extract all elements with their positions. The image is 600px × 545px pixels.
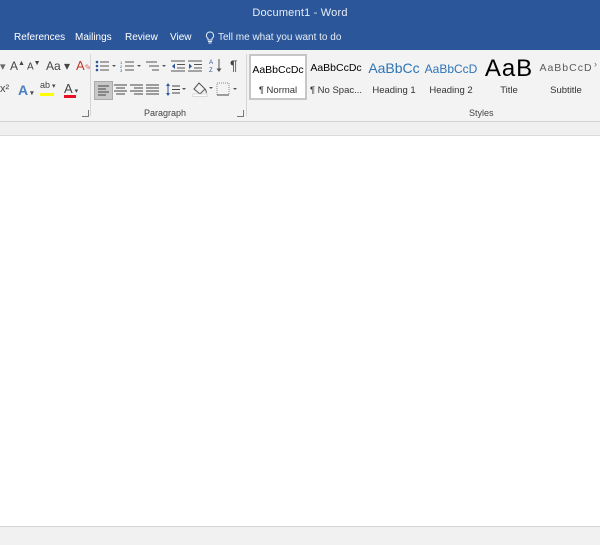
- sort-icon[interactable]: AZ: [209, 58, 223, 73]
- window-title: Document1 - Word: [252, 7, 348, 19]
- styles-gallery-scroll-icon[interactable]: ›: [594, 59, 597, 69]
- group-separator: [90, 54, 91, 116]
- style-label: Heading 1: [372, 85, 416, 96]
- bullets-icon[interactable]: [95, 60, 119, 72]
- style-heading-2[interactable]: AaBbCcD Heading 2: [423, 54, 479, 100]
- ruler-bar: [0, 122, 600, 136]
- tab-view[interactable]: View: [170, 32, 192, 43]
- borders-icon[interactable]: [216, 82, 240, 97]
- svg-text:3: 3: [120, 68, 123, 72]
- style-preview: AaBbCcDc: [310, 62, 362, 74]
- text-effects-button[interactable]: A ▾: [18, 82, 34, 98]
- ribbon-tabs: References Mailings Review View Tell me …: [0, 27, 600, 50]
- svg-text:A: A: [209, 60, 213, 66]
- show-formatting-marks-label: ¶: [230, 57, 238, 73]
- superscript-button[interactable]: x²: [0, 83, 9, 95]
- font-dialog-launcher[interactable]: [82, 110, 89, 117]
- align-left-button[interactable]: [94, 81, 113, 100]
- increase-indent-icon[interactable]: [188, 60, 202, 72]
- align-right-icon[interactable]: [129, 82, 144, 97]
- font-color-button[interactable]: A ▾: [64, 81, 78, 96]
- title-bar: Document1 - Word: [0, 0, 600, 27]
- line-spacing-icon[interactable]: [165, 82, 187, 97]
- decrease-indent-icon[interactable]: [171, 60, 185, 72]
- tab-review[interactable]: Review: [125, 32, 158, 43]
- align-center-icon[interactable]: [113, 82, 128, 97]
- highlight-label: ab: [40, 80, 51, 90]
- group-separator: [246, 54, 247, 116]
- superscript-label: x²: [0, 83, 10, 95]
- style-preview: AaBbCc: [368, 60, 420, 76]
- paragraph-dialog-launcher[interactable]: [237, 110, 244, 117]
- text-effects-label: A: [18, 82, 29, 98]
- multilevel-list-icon[interactable]: [145, 60, 169, 72]
- style-label: ¶ No Spac...: [309, 85, 363, 96]
- svg-text:Z: Z: [209, 68, 213, 73]
- style-label: Subtitle: [550, 85, 582, 96]
- style-heading-1[interactable]: AaBbCc Heading 1: [366, 54, 422, 100]
- style-subtitle[interactable]: AaBbCcD Subtitle: [538, 54, 594, 100]
- status-bar: [0, 526, 600, 545]
- style-normal[interactable]: AaBbCcDc ¶ Normal: [249, 54, 307, 100]
- shrink-font-label: A: [27, 61, 34, 73]
- change-case-button[interactable]: Aa ▾: [46, 59, 70, 73]
- highlight-color-swatch: [40, 93, 54, 96]
- numbering-icon[interactable]: 123: [120, 60, 144, 72]
- tell-me-box[interactable]: Tell me what you want to do: [205, 31, 341, 44]
- style-label: Heading 2: [429, 85, 473, 96]
- style-preview: AaBbCcD: [539, 62, 593, 74]
- style-label: ¶ Normal: [258, 85, 298, 96]
- show-formatting-marks-button[interactable]: ¶: [230, 57, 238, 73]
- style-label: Title: [500, 85, 518, 96]
- style-title[interactable]: AaB Title: [481, 54, 537, 100]
- paragraph-group-label: Paragraph: [144, 108, 187, 118]
- shrink-font-button[interactable]: A▼: [27, 60, 41, 72]
- ribbon: ▾ A▲ A▼ Aa ▾ A✎ x² A ▾ ab ▾ A ▾ 123 AZ ¶: [0, 50, 600, 122]
- tab-mailings[interactable]: Mailings: [75, 32, 112, 43]
- font-size-dropdown-edge[interactable]: ▾: [0, 60, 6, 73]
- document-canvas[interactable]: [0, 136, 600, 526]
- grow-font-label: A: [10, 59, 19, 73]
- style-preview: AaB: [484, 55, 534, 82]
- style-preview: AaBbCcDc: [252, 64, 304, 76]
- tell-me-text: Tell me what you want to do: [218, 32, 342, 43]
- tab-references[interactable]: References: [14, 32, 65, 43]
- shading-icon[interactable]: [192, 81, 216, 97]
- style-no-spacing[interactable]: AaBbCcDc ¶ No Spac...: [308, 54, 364, 100]
- align-left-icon: [98, 85, 109, 96]
- lightbulb-icon: [205, 31, 215, 44]
- font-color-swatch: [64, 95, 76, 98]
- highlight-button[interactable]: ab ▾: [40, 80, 55, 90]
- change-case-label: Aa: [46, 59, 61, 73]
- font-color-label: A: [64, 81, 73, 96]
- styles-group-label: Styles: [469, 108, 494, 118]
- grow-font-button[interactable]: A▲: [10, 59, 25, 73]
- style-preview: AaBbCcD: [424, 62, 478, 76]
- justify-icon[interactable]: [145, 82, 160, 97]
